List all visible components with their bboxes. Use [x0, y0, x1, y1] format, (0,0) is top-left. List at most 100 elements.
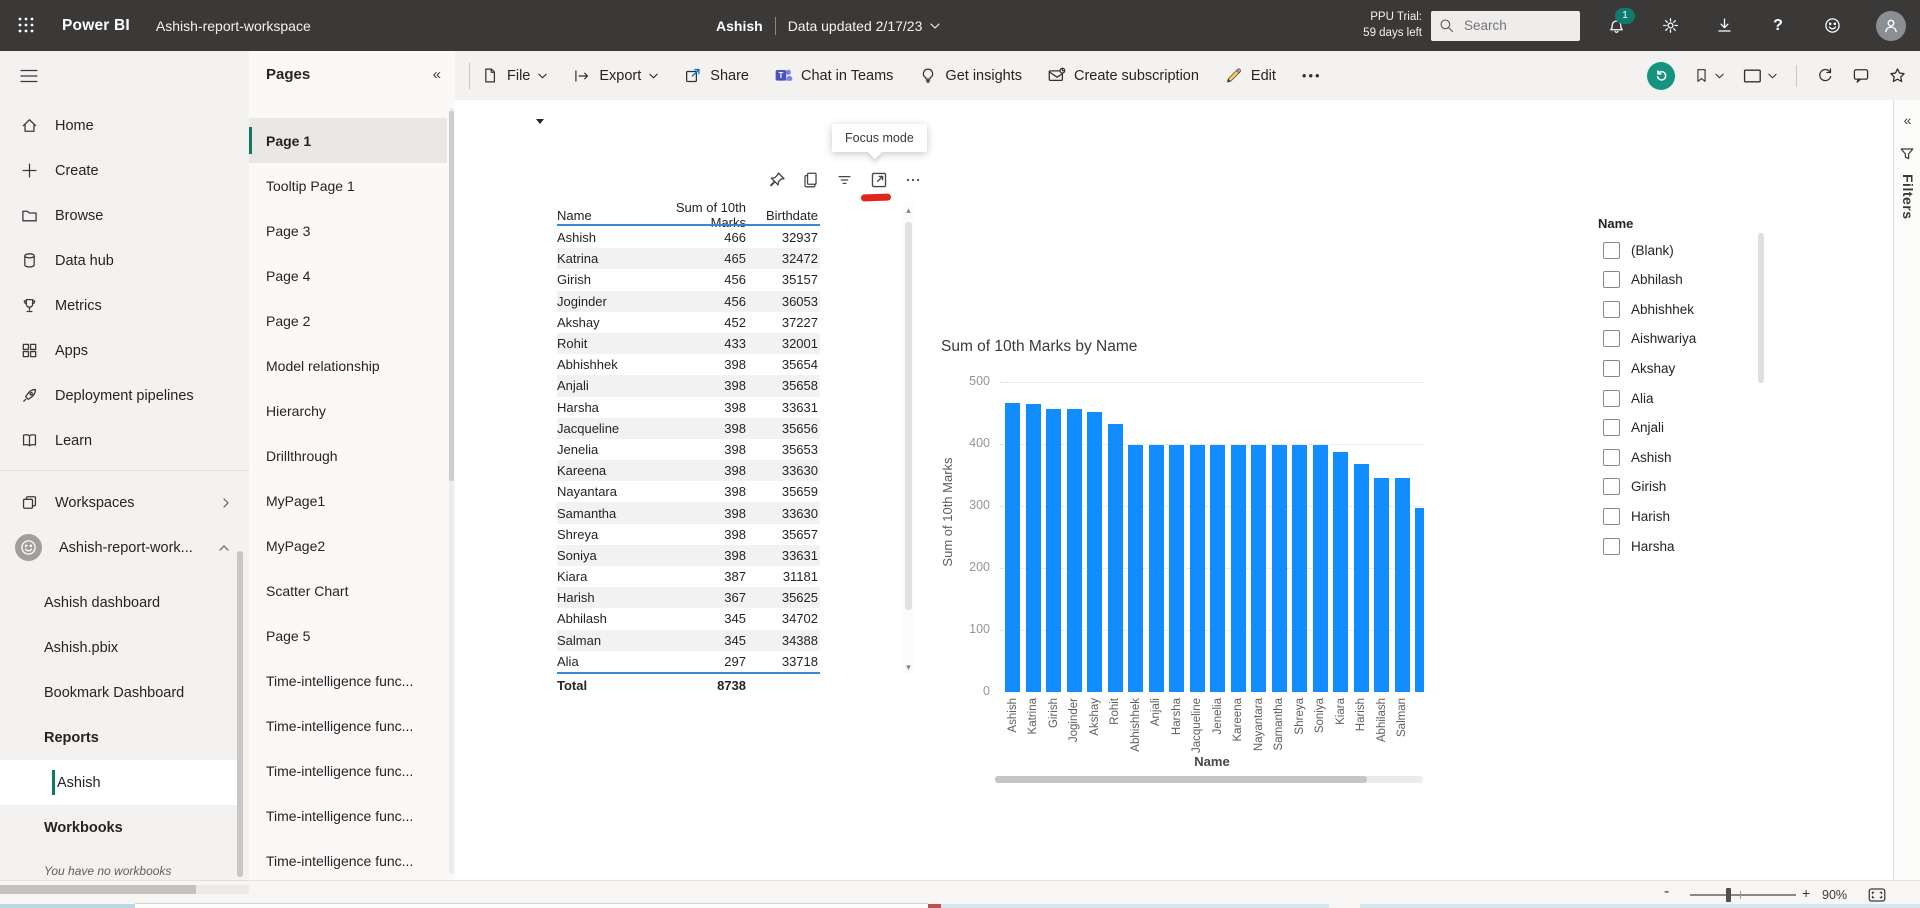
slicer-item-blank[interactable]: (Blank): [1603, 236, 1674, 264]
fit-to-page-icon[interactable]: [1868, 887, 1886, 903]
slicer-item-akshay[interactable]: Akshay: [1603, 354, 1675, 382]
help-icon[interactable]: ?: [1766, 14, 1790, 38]
chart-scrollbar-thumb[interactable]: [995, 776, 1367, 783]
sidebar-item-deployment-pipelines[interactable]: Deployment pipelines: [0, 373, 249, 418]
table-row[interactable]: Jenelia39835653: [557, 439, 820, 460]
hamburger-menu-icon[interactable]: [20, 69, 38, 83]
filter-funnel-icon[interactable]: [1899, 146, 1915, 162]
favorite-star-icon[interactable]: [1889, 67, 1906, 84]
bar[interactable]: [1210, 445, 1225, 692]
checkbox-icon[interactable]: [1603, 271, 1620, 288]
checkbox-icon[interactable]: [1603, 508, 1620, 525]
table-row[interactable]: Jacqueline39835656: [557, 418, 820, 439]
sidebar-hscrollbar[interactable]: [0, 885, 196, 894]
bar[interactable]: [1149, 445, 1164, 692]
page-item-page-1-0[interactable]: Page 1: [249, 118, 447, 163]
page-item-drillthrough-7[interactable]: Drillthrough: [249, 433, 447, 478]
scroll-down-icon[interactable]: ▼: [903, 663, 914, 672]
filters-label[interactable]: Filters: [1900, 174, 1916, 220]
bar[interactable]: [1333, 452, 1348, 692]
table-row[interactable]: Kareena39833630: [557, 460, 820, 481]
bookmark-button[interactable]: [1694, 67, 1724, 84]
account-avatar[interactable]: [1876, 11, 1906, 41]
checkbox-icon[interactable]: [1603, 242, 1620, 259]
page-item-time-intelligence-func-12[interactable]: Time-intelligence func...: [249, 658, 447, 703]
table-row[interactable]: Harish36735625: [557, 587, 820, 608]
slicer-item-ashish[interactable]: Ashish: [1603, 443, 1672, 471]
checkbox-icon[interactable]: [1603, 538, 1620, 555]
table-row[interactable]: Rohit43332001: [557, 333, 820, 354]
settings-gear-icon[interactable]: [1658, 14, 1682, 38]
checkbox-icon[interactable]: [1603, 478, 1620, 495]
reset-view-icon[interactable]: [1647, 62, 1675, 90]
table-row[interactable]: Nayantara39835659: [557, 481, 820, 502]
slicer-item-abhishhek[interactable]: Abhishhek: [1603, 295, 1694, 323]
bar[interactable]: [1108, 424, 1123, 692]
report-name[interactable]: Ashish: [716, 18, 763, 34]
page-item-time-intelligence-func-13[interactable]: Time-intelligence func...: [249, 703, 447, 748]
slicer-item-girish[interactable]: Girish: [1603, 473, 1666, 501]
sidebar-item-home[interactable]: Home: [0, 103, 249, 148]
notifications-bell-icon[interactable]: 1: [1604, 14, 1628, 38]
more-options-button[interactable]: •••: [1302, 68, 1322, 83]
sidebar-item-current-workspace[interactable]: Ashish-report-work...: [0, 525, 249, 570]
slicer-item-harsha[interactable]: Harsha: [1603, 532, 1675, 560]
pages-scrollbar[interactable]: [449, 111, 454, 481]
zoom-in-button[interactable]: +: [1802, 885, 1810, 901]
copy-icon[interactable]: [801, 170, 820, 189]
page-item-page-2-4[interactable]: Page 2: [249, 298, 447, 343]
checkbox-icon[interactable]: [1603, 360, 1620, 377]
bar[interactable]: [1005, 403, 1020, 692]
pin-icon[interactable]: [767, 170, 786, 189]
data-updated-status[interactable]: Data updated 2/17/23: [788, 18, 941, 34]
sidebar-item-browse[interactable]: Browse: [0, 193, 249, 238]
table-scrollbar-thumb[interactable]: [905, 222, 912, 610]
slicer-item-harish[interactable]: Harish: [1603, 502, 1670, 530]
table-row[interactable]: Katrina46532472: [557, 248, 820, 269]
file-button[interactable]: File: [481, 67, 547, 85]
bar[interactable]: [1128, 445, 1143, 692]
page-item-page-3-2[interactable]: Page 3: [249, 208, 447, 253]
chat-in-teams-button[interactable]: TChat in Teams: [775, 67, 893, 85]
checkbox-icon[interactable]: [1603, 390, 1620, 407]
sidebar-item-data-hub[interactable]: Data hub: [0, 238, 249, 283]
bar[interactable]: [1046, 409, 1061, 692]
bar[interactable]: [1415, 508, 1424, 692]
sidebar-item-report-ashish[interactable]: Ashish: [0, 760, 240, 805]
export-button[interactable]: Export: [573, 67, 658, 85]
sidebar-item-ashish-pbix[interactable]: Ashish.pbix: [0, 625, 249, 670]
page-item-hierarchy-6[interactable]: Hierarchy: [249, 388, 447, 433]
edit-button[interactable]: Edit: [1225, 67, 1276, 85]
page-item-scatter-chart-10[interactable]: Scatter Chart: [249, 568, 447, 613]
table-row[interactable]: Abhishhek39835654: [557, 354, 820, 375]
view-button[interactable]: [1743, 68, 1777, 84]
sidebar-scrollbar[interactable]: [237, 551, 243, 877]
checkbox-icon[interactable]: [1603, 330, 1620, 347]
bar[interactable]: [1251, 445, 1266, 692]
table-row[interactable]: Kiara38731181: [557, 566, 820, 587]
sidebar-item-ashish-dashboard[interactable]: Ashish dashboard: [0, 580, 249, 625]
zoom-out-button[interactable]: -: [1664, 883, 1669, 901]
bar[interactable]: [1313, 445, 1328, 692]
zoom-level[interactable]: 90%: [1822, 888, 1847, 902]
filter-icon[interactable]: [835, 170, 854, 189]
sidebar-item-create[interactable]: Create: [0, 148, 249, 193]
waffle-menu-icon[interactable]: [14, 13, 40, 39]
sidebar-item-learn[interactable]: Learn: [0, 418, 249, 463]
slicer-item-aishwariya[interactable]: Aishwariya: [1603, 325, 1696, 353]
table-scrollbar[interactable]: ▲ ▼: [903, 204, 914, 674]
page-item-time-intelligence-func-15[interactable]: Time-intelligence func...: [249, 793, 447, 838]
slicer-item-abhilash[interactable]: Abhilash: [1603, 266, 1683, 294]
table-row[interactable]: Alia29733718: [557, 651, 820, 674]
sidebar-item-apps[interactable]: Apps: [0, 328, 249, 373]
page-item-time-intelligence-func-16[interactable]: Time-intelligence func...: [249, 838, 447, 883]
brand-logo[interactable]: Power BI: [62, 17, 130, 35]
sidebar-item-workspaces[interactable]: Workspaces: [0, 480, 249, 525]
bar[interactable]: [1026, 404, 1041, 692]
share-button[interactable]: Share: [684, 67, 749, 85]
scroll-up-icon[interactable]: ▲: [903, 206, 914, 215]
bar[interactable]: [1231, 445, 1246, 692]
bar[interactable]: [1374, 478, 1389, 692]
slicer-item-anjali[interactable]: Anjali: [1603, 414, 1664, 442]
download-icon[interactable]: [1712, 14, 1736, 38]
